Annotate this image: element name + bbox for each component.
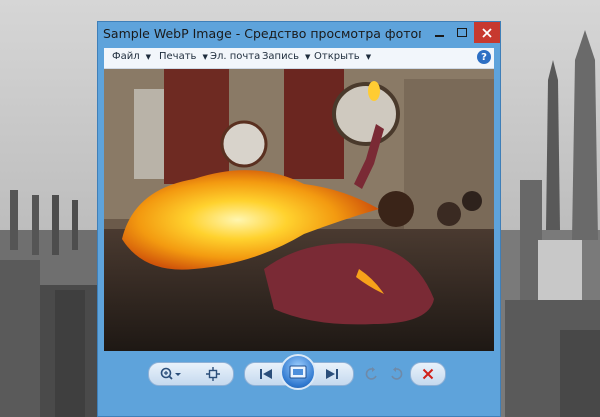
menu-open-label: Открыть: [314, 51, 360, 62]
close-button[interactable]: [474, 22, 500, 43]
menu-burn-label: Запись: [262, 51, 299, 62]
previous-icon: [260, 369, 272, 379]
displayed-photo: [104, 69, 494, 351]
next-button[interactable]: [321, 366, 343, 382]
delete-button[interactable]: [421, 367, 435, 381]
rotate-left-icon: [365, 367, 377, 380]
fit-to-window-button[interactable]: [201, 365, 225, 383]
title-bar[interactable]: Sample WebP Image - Средство просмотра ф…: [98, 22, 500, 48]
rotate-right-icon: [391, 367, 403, 380]
rotate-right-button[interactable]: [386, 366, 406, 382]
next-icon: [326, 369, 338, 379]
chevron-down-icon: ▼: [304, 52, 311, 61]
menu-email-label: Эл. почта: [210, 51, 261, 62]
menu-print[interactable]: Печать ▼: [159, 51, 208, 62]
window-title: Sample WebP Image - Средство просмотра ф…: [103, 26, 421, 41]
menu-file-label: Файл: [112, 51, 140, 62]
menu-bar: Файл ▼ Печать ▼ Эл. почта Запись ▼ Открыть ▼…: [104, 48, 494, 69]
image-view: [104, 69, 494, 351]
fit-to-window-icon: [206, 367, 220, 381]
help-icon[interactable]: ?: [477, 50, 491, 64]
menu-file[interactable]: Файл ▼: [112, 51, 151, 62]
zoom-icon: [160, 367, 181, 380]
menu-open[interactable]: Открыть ▼: [314, 51, 371, 62]
rotate-left-button[interactable]: [362, 366, 382, 382]
menu-print-label: Печать: [159, 51, 197, 62]
previous-button[interactable]: [255, 366, 277, 382]
chevron-down-icon: ▼: [365, 52, 372, 61]
zoom-button[interactable]: [157, 365, 185, 383]
viewer-toolbar: [104, 352, 494, 412]
delete-icon: [422, 368, 434, 380]
maximize-icon: [457, 28, 467, 37]
minimize-icon: [434, 34, 444, 37]
close-icon: [482, 27, 492, 38]
menu-burn[interactable]: Запись ▼: [262, 51, 310, 62]
view-controls-group: [148, 362, 234, 386]
photo-viewer-window: Sample WebP Image - Средство просмотра ф…: [97, 21, 501, 417]
chevron-down-icon: ▼: [145, 52, 152, 61]
delete-group: [410, 362, 446, 386]
slideshow-button[interactable]: [280, 354, 316, 390]
maximize-button[interactable]: [450, 22, 474, 43]
chevron-down-icon: ▼: [202, 52, 208, 61]
minimize-button[interactable]: [426, 22, 452, 43]
slideshow-icon: [289, 365, 307, 379]
menu-email[interactable]: Эл. почта: [210, 51, 260, 62]
